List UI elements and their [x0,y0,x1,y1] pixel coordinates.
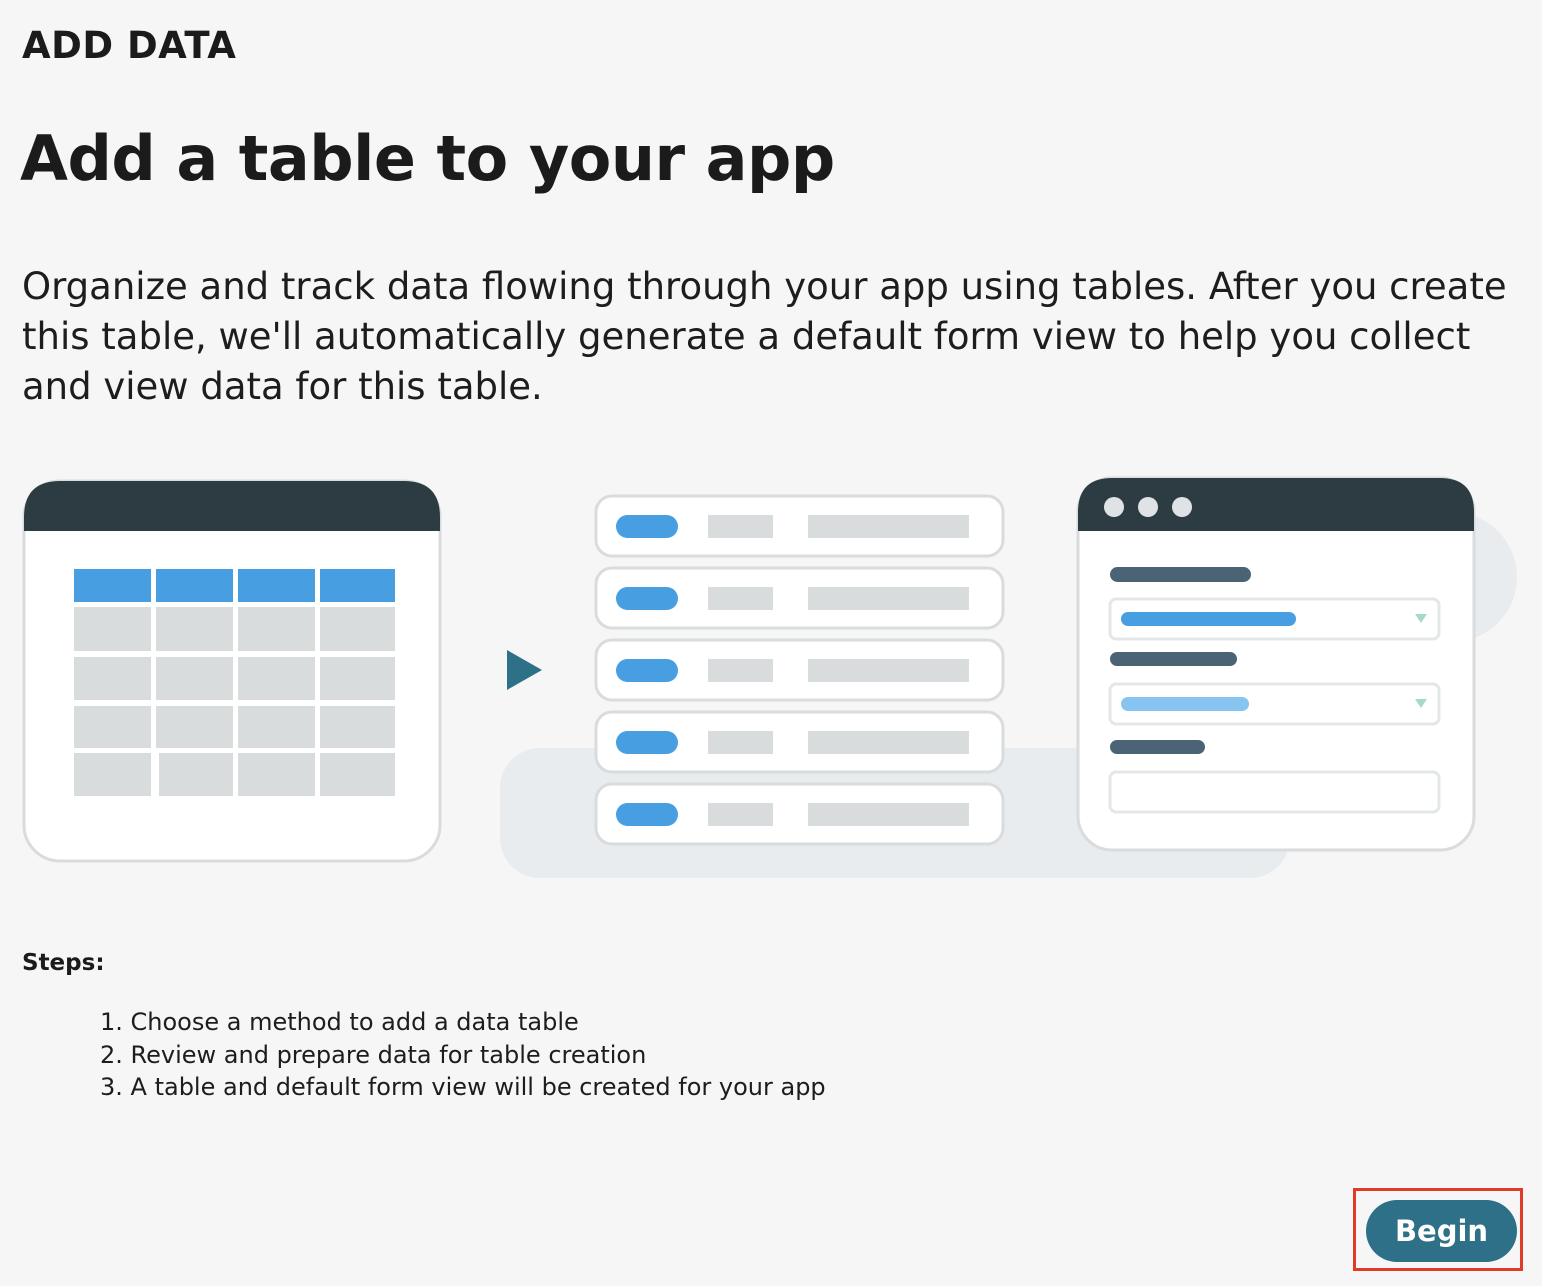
steps-label: Steps: [22,950,105,976]
begin-button[interactable]: Begin [1366,1200,1517,1262]
record-list-icon [594,494,1005,846]
play-arrow-icon [507,650,542,690]
page-title: Add a table to your app [20,122,835,195]
step-item: 3. A table and default form view will be… [100,1073,826,1101]
step-item: 1. Choose a method to add a data table [100,1008,579,1036]
step-item: 2. Review and prepare data for table cre… [100,1040,647,1069]
form-window-icon [1076,476,1476,852]
add-table-illustration [22,476,1517,878]
steps-list: 1. Choose a method to add a data table 2… [100,1006,826,1104]
section-eyebrow: ADD DATA [22,24,237,67]
table-grid-icon [22,479,442,863]
intro-description: Organize and track data flowing through … [22,265,1507,408]
